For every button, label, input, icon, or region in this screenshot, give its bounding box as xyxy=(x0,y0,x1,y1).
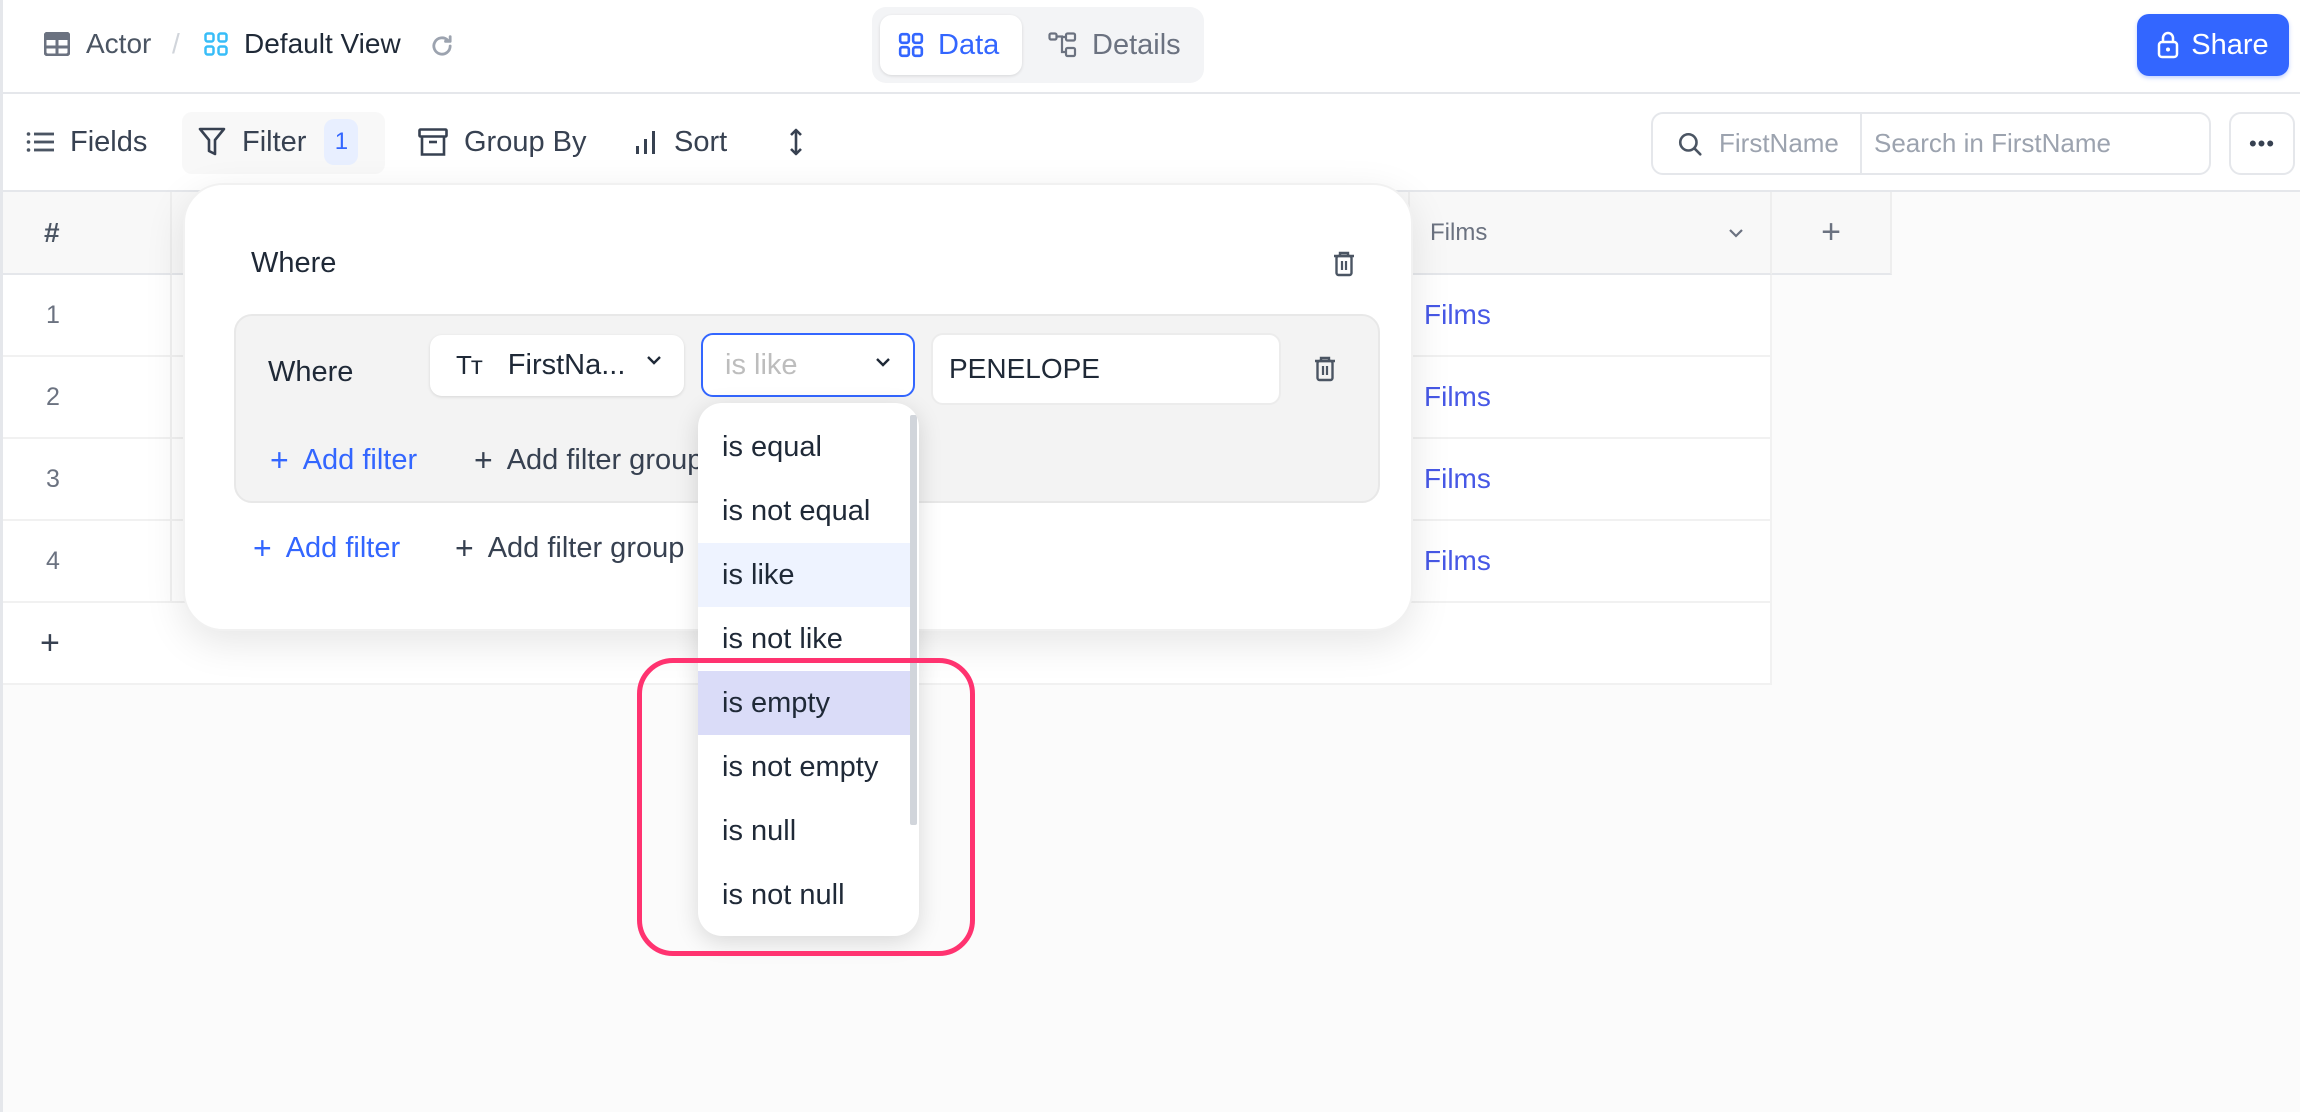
operator-dropdown: is equal is not equal is like is not lik… xyxy=(698,403,919,936)
row-height-icon xyxy=(788,128,804,156)
tab-data[interactable]: Data xyxy=(880,15,1022,75)
search-field-label: FirstName xyxy=(1719,128,1839,159)
delete-filter-trash-icon[interactable] xyxy=(1314,356,1336,382)
sort-bars-icon xyxy=(634,129,658,155)
row-height-button[interactable] xyxy=(788,94,820,190)
plus-icon: + xyxy=(270,442,289,479)
tab-details-label: Details xyxy=(1092,29,1181,62)
lock-icon xyxy=(2157,31,2179,59)
operator-option-is-equal[interactable]: is equal xyxy=(698,415,912,479)
plus-icon: + xyxy=(474,442,493,479)
breadcrumb-view-label: Default View xyxy=(244,28,401,60)
tab-data-label: Data xyxy=(938,29,999,62)
delete-group-trash-icon[interactable] xyxy=(1333,251,1355,277)
fields-label: Fields xyxy=(70,126,147,159)
breadcrumb-table-label: Actor xyxy=(86,28,151,60)
operator-option-is-like[interactable]: is like xyxy=(698,543,912,607)
operator-select[interactable]: is like xyxy=(701,333,915,397)
chevron-down-icon xyxy=(875,357,891,367)
plus-icon: + xyxy=(253,530,272,567)
window-left-edge xyxy=(0,0,3,1112)
breadcrumb-separator: / xyxy=(172,28,180,60)
filter-where-label: Where xyxy=(251,247,336,280)
more-icon: ••• xyxy=(2249,131,2275,157)
dropdown-scrollbar[interactable] xyxy=(910,415,917,825)
column-header-films-label: Films xyxy=(1430,219,1487,247)
archive-icon xyxy=(418,128,448,156)
grid-view-icon xyxy=(204,32,228,56)
sort-label: Sort xyxy=(674,126,727,159)
operator-option-is-not-equal[interactable]: is not equal xyxy=(698,479,912,543)
list-icon xyxy=(26,131,54,153)
chevron-down-icon xyxy=(646,355,662,365)
operator-option-is-null[interactable]: is null xyxy=(698,799,912,863)
row-number: 3 xyxy=(0,439,172,521)
filter-row-where-label: Where xyxy=(268,356,353,389)
table-icon xyxy=(44,32,70,56)
row-number: 4 xyxy=(0,521,172,603)
breadcrumb-table[interactable]: Actor xyxy=(44,28,151,60)
add-filter-group-button[interactable]: + Add filter group xyxy=(455,530,684,567)
row-number: 1 xyxy=(0,275,172,357)
add-filter-group-label: Add filter group xyxy=(488,532,685,565)
add-filter-button[interactable]: + Add filter xyxy=(253,530,400,567)
row-number: 2 xyxy=(0,357,172,439)
search-box: FirstName xyxy=(1651,112,2211,175)
films-link[interactable]: Films xyxy=(1410,275,1772,357)
row-number-header: # xyxy=(0,192,172,275)
add-filter-label: Add filter xyxy=(286,532,400,565)
filter-label: Filter xyxy=(242,126,306,159)
schema-icon xyxy=(1048,32,1078,58)
field-select-value: FirstNa... xyxy=(508,349,626,382)
add-filter-label: Add filter xyxy=(303,444,417,477)
share-label: Share xyxy=(2191,29,2268,62)
films-link[interactable]: Films xyxy=(1410,439,1772,521)
search-field-selector[interactable]: FirstName xyxy=(1653,114,1862,173)
films-link[interactable]: Films xyxy=(1410,521,1772,603)
plus-icon: + xyxy=(455,530,474,567)
grid-icon xyxy=(898,32,924,58)
breadcrumb-view[interactable]: Default View xyxy=(204,28,401,60)
column-header-films[interactable]: Films xyxy=(1410,192,1772,275)
operator-option-is-not-null[interactable]: is not null xyxy=(698,863,912,927)
chevron-down-icon[interactable] xyxy=(1728,228,1744,238)
sort-button[interactable]: Sort xyxy=(634,94,727,190)
operator-option-is-not-empty[interactable]: is not empty xyxy=(698,735,912,799)
add-filter-in-group-button[interactable]: + Add filter xyxy=(270,442,417,479)
filter-value-input[interactable] xyxy=(931,333,1281,405)
share-button[interactable]: Share xyxy=(2137,14,2289,76)
view-toolbar: Fields Filter 1 Group By Sort FirstName … xyxy=(0,94,2300,192)
fields-button[interactable]: Fields xyxy=(26,94,147,190)
top-bar: Actor / Default View Data Details Share xyxy=(0,0,2300,94)
search-icon xyxy=(1677,131,1703,157)
search-input[interactable] xyxy=(1862,114,2209,173)
filter-count-badge: 1 xyxy=(324,119,358,165)
add-column-button[interactable]: + xyxy=(1772,192,1892,275)
filter-icon xyxy=(198,127,226,157)
more-options-button[interactable]: ••• xyxy=(2229,112,2295,175)
films-link[interactable]: Films xyxy=(1410,357,1772,439)
add-filter-group-in-group-button[interactable]: + Add filter group xyxy=(474,442,703,479)
refresh-icon[interactable] xyxy=(428,32,456,60)
add-filter-group-label: Add filter group xyxy=(507,444,704,477)
group-by-button[interactable]: Group By xyxy=(418,94,587,190)
group-by-label: Group By xyxy=(464,126,587,159)
operator-option-is-empty[interactable]: is empty xyxy=(698,671,912,735)
text-type-icon: Tт xyxy=(456,350,482,381)
operator-select-value: is like xyxy=(725,349,798,382)
operator-option-is-not-like[interactable]: is not like xyxy=(698,607,912,671)
field-select[interactable]: Tт FirstNa... xyxy=(430,335,684,396)
tab-details[interactable]: Details xyxy=(1030,15,1199,75)
view-tabs: Data Details xyxy=(872,7,1204,83)
filter-button[interactable]: Filter 1 xyxy=(198,94,358,190)
